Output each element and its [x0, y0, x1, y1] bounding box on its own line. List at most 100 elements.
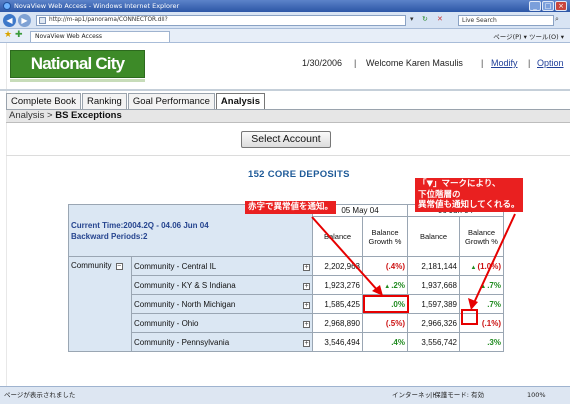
up-arrow-icon: ▲: [480, 283, 487, 290]
logo-underline: [10, 79, 145, 82]
annotation-marker-line: 「▼」マークにより、: [418, 179, 501, 189]
expand-icon[interactable]: +: [303, 282, 310, 290]
table-row: Community − Community - Central IL + 2,20…: [68, 256, 504, 352]
ie-icon: [3, 2, 11, 10]
tab-complete-book[interactable]: Complete Book: [6, 93, 81, 109]
balance-cell: 1,597,389: [407, 294, 460, 314]
expand-icon[interactable]: +: [303, 263, 310, 271]
nav-rule: [0, 89, 570, 91]
row-label: Community - Central IL +: [131, 256, 313, 276]
dropdown-icon[interactable]: ▾: [410, 15, 414, 23]
url-text: http://m-ap1/panorama/CONNECTOR.dll?: [49, 17, 168, 23]
status-text: ページが表示されました: [4, 391, 76, 399]
col-balance-jun: Balance: [407, 216, 460, 257]
header-date: 1/30/2006: [302, 58, 343, 68]
balance-cell: 3,546,494: [312, 332, 363, 352]
row-label: Community - North Michigan +: [131, 294, 313, 314]
annotation-red-text: 赤字で異常値を通知。: [245, 201, 337, 214]
breadcrumb-current: BS Exceptions: [55, 110, 122, 121]
modify-link[interactable]: Modify: [491, 58, 518, 68]
growth-cell: ▲.7%: [459, 275, 504, 295]
report-title: 152 CORE DEPOSITS: [248, 169, 350, 180]
balance-cell: 3,556,742: [407, 332, 460, 352]
header-separator: |: [354, 58, 357, 68]
minimize-icon[interactable]: _: [529, 1, 541, 11]
exceptions-table: Current Time:2004.2Q - 04.06 Jun 04 Back…: [68, 204, 504, 352]
collapse-icon[interactable]: −: [115, 263, 123, 271]
up-arrow-icon: ▲: [384, 283, 391, 290]
up-arrow-icon: ▲: [470, 264, 477, 271]
page-icon: [39, 17, 46, 24]
balance-cell: 1,937,668: [407, 275, 460, 295]
protected-mode-text: | 保護モード: 有効: [430, 391, 485, 399]
table-row: Community - KY & S Indiana + 1,923,276 ▲.…: [69, 275, 504, 295]
refresh-icon[interactable]: ↻: [422, 15, 428, 23]
select-account-button[interactable]: Select Account: [241, 131, 331, 148]
search-icon[interactable]: ⌕: [555, 15, 559, 24]
level1-cell: Community −: [68, 256, 132, 352]
highlight-box-arrow: [461, 309, 478, 325]
row-label: Community - Pennsylvania +: [131, 332, 313, 352]
section-divider: [6, 155, 570, 156]
level1-label: Community: [71, 261, 112, 270]
row-label: Community - KY & S Indiana +: [131, 275, 313, 295]
window-titlebar: NovaView Web Access - Windows Internet E…: [0, 0, 570, 12]
col-balance-may: Balance: [312, 216, 363, 257]
address-bar: ◀ ▶ http://m-ap1/panorama/CONNECTOR.dll?…: [0, 12, 570, 29]
window-title: NovaView Web Access - Windows Internet E…: [14, 2, 180, 10]
search-input[interactable]: Live Search: [458, 15, 554, 26]
highlight-box-negative: [363, 295, 409, 313]
table-row: Community - Ohio + 2,968,890 (.5%) 2,966,…: [69, 313, 504, 333]
options-link[interactable]: Option: [537, 58, 564, 68]
status-bar: ページが表示されました インターネット | 保護モード: 有効 100%: [0, 386, 570, 404]
close-icon[interactable]: ×: [555, 1, 567, 11]
breadcrumb: Analysis > BS Exceptions: [6, 109, 570, 123]
balance-cell: 1,923,276: [312, 275, 363, 295]
zoom-level[interactable]: 100%: [527, 387, 546, 403]
balance-cell: 2,181,144: [407, 256, 460, 276]
welcome-text: Welcome Karen Masulis: [366, 58, 463, 68]
tab-goal-performance[interactable]: Goal Performance: [127, 93, 215, 109]
header-separator: |: [481, 58, 484, 68]
main-tabs: Complete Book Ranking Goal Performance A…: [6, 93, 266, 109]
table-row: Community - Pennsylvania + 3,546,494 .4% …: [69, 332, 504, 352]
annotation-marker-line: 異常値も通知してくれる。: [418, 200, 520, 210]
url-input[interactable]: http://m-ap1/panorama/CONNECTOR.dll?: [36, 15, 406, 26]
command-bar-tools[interactable]: ページ(P) ▾ ツール(O) ▾: [493, 31, 564, 41]
annotation-marker-line: 下位階層の: [418, 189, 461, 200]
national-city-logo: National City: [10, 50, 145, 78]
col-growth-may: Balance Growth %: [362, 216, 408, 257]
balance-cell: 2,968,890: [312, 313, 363, 333]
favorites-star-icon[interactable]: ★: [4, 30, 12, 40]
row-label: Community - Ohio +: [131, 313, 313, 333]
balance-cell: 2,202,963: [312, 256, 363, 276]
growth-cell: (.5%): [362, 313, 408, 333]
browser-tab[interactable]: NovaView Web Access: [30, 31, 170, 42]
table-row: Community - North Michigan + 1,585,425 .0…: [69, 294, 504, 314]
balance-cell: 2,966,326: [407, 313, 460, 333]
expand-icon[interactable]: +: [303, 320, 310, 328]
browser-tab-bar: ★ ✚ NovaView Web Access ページ(P) ▾ ツール(O) …: [0, 29, 570, 43]
growth-cell: ▲(1.0%): [459, 256, 504, 276]
growth-cell: (.4%): [362, 256, 408, 276]
maximize-icon[interactable]: □: [542, 1, 554, 11]
growth-cell: .3%: [459, 332, 504, 352]
forward-icon[interactable]: ▶: [18, 14, 31, 27]
browser-tab-title: NovaView Web Access: [35, 33, 103, 40]
stop-icon[interactable]: ✕: [437, 15, 443, 23]
expand-icon[interactable]: +: [303, 301, 310, 309]
search-placeholder: Live Search: [462, 17, 497, 24]
expand-icon[interactable]: +: [303, 339, 310, 347]
growth-cell: .4%: [362, 332, 408, 352]
back-icon[interactable]: ◀: [3, 14, 16, 27]
breadcrumb-parent[interactable]: Analysis >: [9, 110, 53, 121]
balance-cell: 1,585,425: [312, 294, 363, 314]
growth-cell: ▲.2%: [362, 275, 408, 295]
window-buttons: _ □ ×: [529, 1, 567, 11]
add-favorite-icon[interactable]: ✚: [15, 30, 23, 40]
current-time-label: Current Time:2004.2Q - 04.06 Jun 04: [71, 220, 209, 230]
tab-ranking[interactable]: Ranking: [81, 93, 127, 109]
tab-analysis[interactable]: Analysis: [215, 93, 265, 109]
header-separator: |: [528, 58, 531, 68]
backward-periods-label: Backward Periods:2: [71, 231, 148, 241]
